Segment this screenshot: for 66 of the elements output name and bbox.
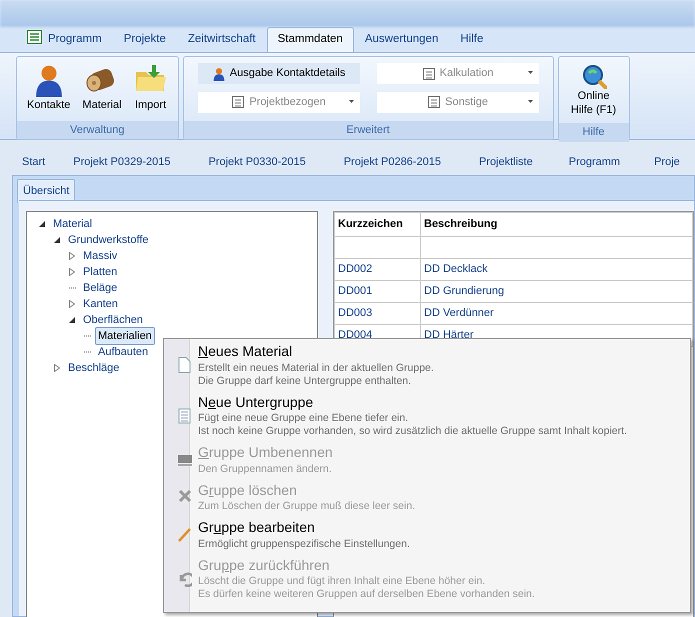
list-icon — [178, 408, 192, 424]
menu-item-description: Fügt eine neue Gruppe eine Ebene tiefer ein. Ist noch keine Gruppe vorhanden, so wird zusätzlich die aktuelle Gruppe samt Inhalt kopiert. — [198, 412, 627, 438]
page-icon — [178, 357, 192, 374]
column-header: Kurzzeichen — [334, 212, 420, 236]
menu-item-description: Erstellt ein neues Material in der aktuellen Gruppe. Die Gruppe darf keine Untergruppe enthalten. — [198, 362, 434, 388]
connector-line — [84, 334, 92, 337]
connector-line — [69, 286, 77, 289]
ribbon-tab[interactable]: Stammdaten — [266, 26, 354, 52]
tree-item[interactable]: Beschläge — [65, 358, 122, 378]
tree-item[interactable]: Massiv — [80, 246, 120, 266]
group-title: Erweitert — [184, 120, 553, 139]
ribbon-button[interactable]: Online Hilfe (F1) — [564, 61, 623, 119]
pencil-icon — [178, 526, 192, 543]
filter-cell[interactable] — [334, 236, 420, 258]
document-tab[interactable]: Projekt P0330-2015 — [208, 154, 306, 170]
table-cell: DD003 — [334, 302, 420, 324]
document-tab[interactable]: Start — [22, 154, 46, 170]
tree-item[interactable]: Materialien — [95, 326, 155, 346]
document-icon — [427, 95, 442, 110]
tree-item[interactable]: Aufbauten — [95, 342, 152, 362]
search-icon — [580, 63, 607, 89]
document-tab[interactable]: Proje — [654, 154, 680, 170]
document-tab[interactable]: Programm — [568, 154, 620, 170]
connector-line — [84, 350, 92, 353]
ribbon-tab[interactable]: Zeitwirtschaft — [176, 26, 267, 52]
menu-item-description: Löscht die Gruppe und fügt ihren Inhalt eine Ebene höher ein. Es dürfen keine weiteren Gruppen auf derselben Ebene vorhanden sein. — [198, 575, 535, 601]
ribbon-button[interactable]: Ausgabe Kontaktdetails — [198, 63, 360, 84]
tree-item[interactable]: Oberflächen — [80, 310, 146, 330]
document-icon — [422, 66, 436, 80]
ribbon-tab[interactable]: Programm — [16, 26, 113, 52]
tree-item[interactable]: Grundwerkstoffe — [65, 230, 152, 250]
document-icon — [231, 95, 246, 110]
tree-item[interactable]: Platten — [80, 262, 120, 282]
document-tab[interactable]: Projekt P0286-2015 — [344, 154, 441, 170]
table-cell: DD Decklack — [420, 258, 692, 280]
ribbon-tab[interactable]: Projekte — [112, 26, 177, 52]
caret-icon — [348, 100, 354, 103]
ribbon-button[interactable]: Import — [130, 61, 172, 116]
menu-item[interactable]: Gruppe bearbeiten — [198, 519, 315, 536]
menu-item[interactable]: Neue Untergruppe — [198, 394, 314, 410]
tree-item[interactable]: Kanten — [80, 294, 121, 314]
list-icon — [27, 30, 42, 44]
ribbon-tab[interactable]: Hilfe — [449, 26, 494, 52]
group-title: Hilfe — [558, 123, 629, 142]
undo-icon — [178, 570, 192, 587]
table-cell: DD Grundierung — [420, 280, 692, 302]
tree-item[interactable]: Material — [50, 214, 96, 234]
column-header: Beschreibung — [420, 212, 692, 236]
caret-icon — [528, 100, 533, 103]
menu-item-description: Ermöglicht gruppenspezifische Einstellungen. — [198, 538, 410, 550]
document-tab[interactable]: Projekt P0329-2015 — [73, 154, 170, 170]
person-icon — [212, 66, 226, 80]
table-cell: DD001 — [334, 280, 420, 302]
group-title: Verwaltung — [17, 120, 178, 139]
menu-item[interactable]: Neues Material — [198, 343, 292, 360]
filter-cell[interactable] — [420, 236, 692, 258]
tree-item[interactable]: Beläge — [80, 278, 120, 298]
table-cell: DD002 — [334, 258, 420, 280]
table-cell: DD Verdünner — [420, 302, 692, 324]
ribbon-button[interactable]: Kontakte — [23, 61, 74, 116]
ribbon-tab[interactable]: Auswertungen — [354, 26, 450, 52]
menu-item-description: Den Gruppennamen ändern. — [198, 462, 333, 476]
caret-icon — [528, 71, 533, 74]
menu-item-description: Zum Löschen der Gruppe muß diese leer sein. — [198, 500, 416, 513]
ribbon-button[interactable]: Material — [78, 61, 126, 116]
document-tab[interactable]: Projektliste — [478, 154, 533, 170]
